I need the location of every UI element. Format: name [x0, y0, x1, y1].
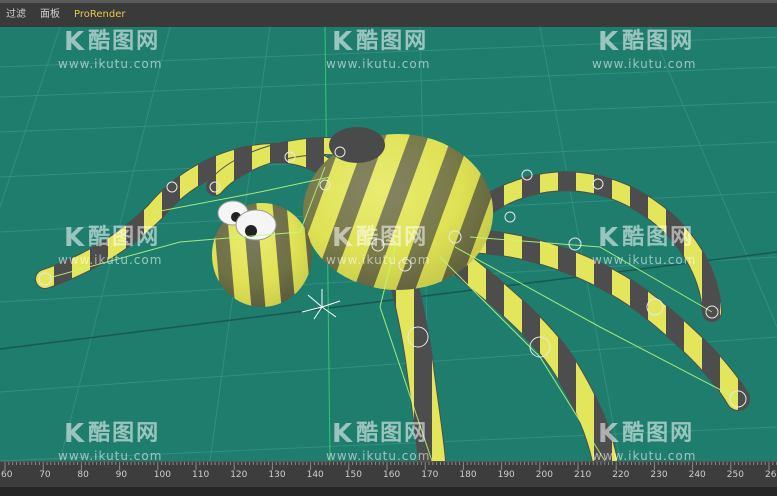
menu-filter[interactable]: 过滤: [6, 10, 26, 20]
timeline-ruler[interactable]: 60 70 80 90 100 110 120 130 140 150 160 170 180 190 20…: [0, 461, 777, 488]
timeline-tick-label: 80: [77, 470, 89, 480]
timeline-tick-label: 180: [459, 470, 476, 480]
timeline-tick-label: 210: [574, 470, 591, 480]
timeline-tick-label: 250: [727, 470, 744, 480]
timeline-tick-label: 140: [307, 470, 324, 480]
timeline-tick-label: 260: [765, 470, 777, 480]
viewport-canvas[interactable]: [0, 27, 777, 461]
timeline-tick-label: 110: [192, 470, 209, 480]
timeline-tick-label: 190: [498, 470, 515, 480]
menu-panel[interactable]: 面板: [40, 10, 60, 20]
timeline-tick-label: 170: [421, 470, 438, 480]
timeline-tick-label: 240: [689, 470, 706, 480]
timeline-tick-label: 160: [383, 470, 400, 480]
timeline-tick-label: 130: [268, 470, 285, 480]
timeline-ticks[interactable]: 60 70 80 90 100 110 120 130 140 150 160 170 180 190 20…: [0, 462, 777, 488]
menu-prorender[interactable]: ProRender: [74, 10, 125, 20]
timeline-tick-label: 60: [1, 470, 13, 480]
timeline-tick-label: 90: [116, 470, 128, 480]
transport-bar: [0, 487, 777, 496]
spider-thorax: [329, 127, 385, 163]
timeline-tick-label: 100: [154, 470, 171, 480]
timeline-tick-label: 120: [230, 470, 247, 480]
cinema4d-window: 过滤 面板 ProRender K 酷图网 www.ikutu.com K 酷图…: [0, 0, 777, 496]
spider-abdomen: [303, 134, 493, 290]
3d-viewport[interactable]: K 酷图网 www.ikutu.com K 酷图网 www.ikutu.com K酷…: [0, 27, 777, 461]
timeline-tick-label: 150: [345, 470, 362, 480]
timeline-tick-label: 70: [39, 470, 51, 480]
viewport-menubar: 过滤 面板 ProRender: [0, 0, 777, 27]
timeline-tick-label: 220: [612, 470, 629, 480]
timeline-tick-label: 230: [650, 470, 667, 480]
timeline-tick-label: 200: [536, 470, 553, 480]
light-gizmo: [301, 289, 341, 320]
